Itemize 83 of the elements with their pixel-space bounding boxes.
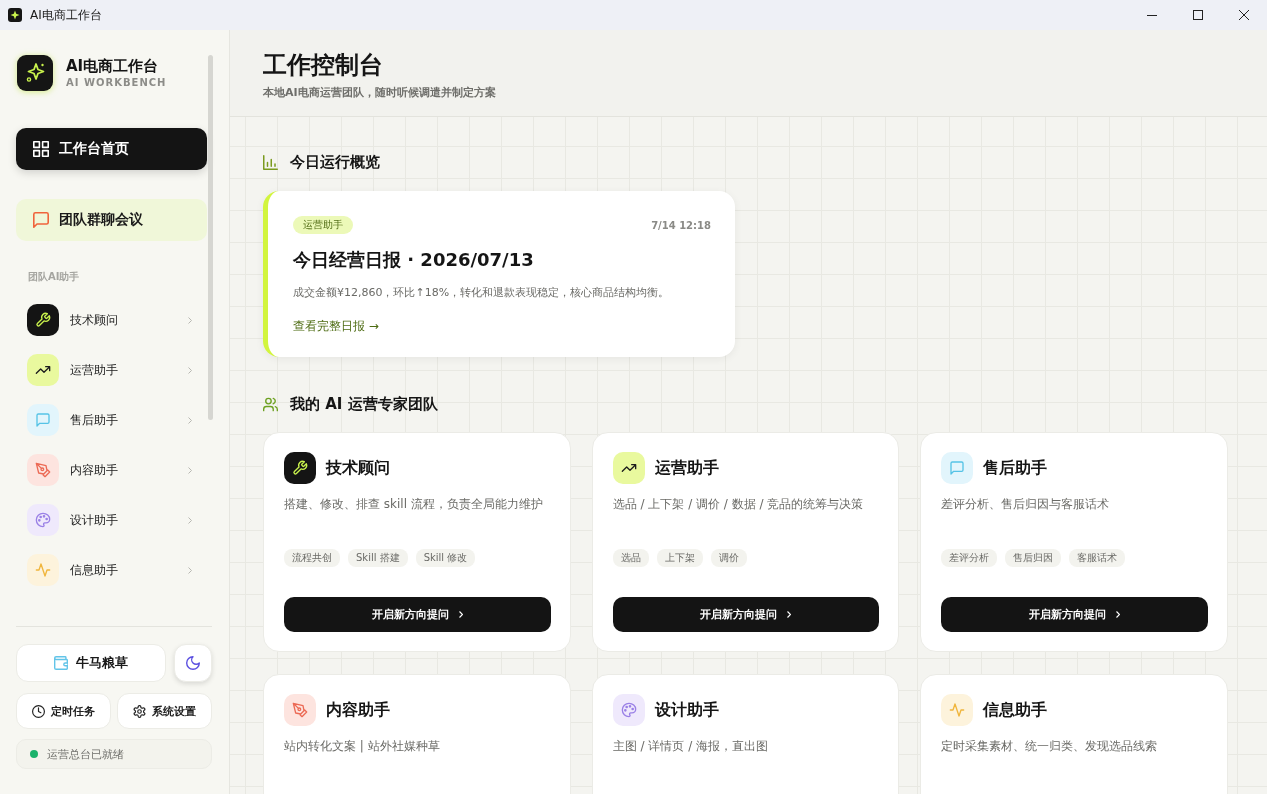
- page-title: 工作控制台: [263, 50, 384, 81]
- chevron-icon: [458, 611, 463, 618]
- wrench-icon: [284, 452, 316, 484]
- action-button[interactable]: 定时任务: [16, 693, 111, 729]
- skill-tag: 调价: [710, 549, 747, 567]
- skill-tag: 选品: [612, 549, 649, 567]
- status-text: 运营总台已就绪: [47, 746, 124, 762]
- card-title: 售后助手: [983, 457, 1048, 479]
- action-button[interactable]: 系统设置: [117, 693, 212, 729]
- chat-bubble-icon: [33, 212, 49, 228]
- section-heading: 我的 AI 运营专家团队: [290, 394, 438, 414]
- ask-button[interactable]: 开启新方向提问: [612, 597, 880, 632]
- nav-item[interactable]: 团队群聊会议: [16, 199, 207, 241]
- chevron-icon: [188, 516, 192, 524]
- clock-icon: [32, 704, 45, 718]
- chevron-icon: [188, 366, 192, 374]
- chevron-icon: [188, 466, 192, 474]
- assistant-item[interactable]: 运营助手: [16, 345, 207, 395]
- section-label: 团队AI助手: [27, 271, 81, 283]
- maximize-icon: [1193, 10, 1203, 20]
- card-title: 内容助手: [326, 699, 390, 721]
- ask-button[interactable]: 开启新方向提问: [941, 597, 1208, 632]
- report-summary: 成交金额¥12,860，环比↑18%，转化和退款表现稳定，核心商品结构均衡。: [293, 285, 670, 301]
- card-description: 选品 / 上下架 / 调价 / 数据 / 竞品的统筹与决策: [612, 496, 865, 513]
- skill-tag: 售后归因: [1005, 549, 1062, 567]
- moon-icon: [186, 656, 200, 670]
- sparkle-logo-icon: [17, 55, 53, 91]
- assistant-item[interactable]: 设计助手: [16, 495, 207, 545]
- wrench-icon: [27, 304, 59, 336]
- ask-button[interactable]: 开启新方向提问: [284, 597, 551, 632]
- chat-bubble-icon: [27, 404, 59, 436]
- skill-tag: 流程共创: [284, 549, 340, 567]
- brand-title: AI电商工作台: [66, 57, 160, 75]
- brand-subtitle: AI WORKBENCH: [66, 77, 167, 89]
- card-description: 定时采集素材、统一归类、发现选品线索: [941, 738, 1159, 755]
- assistant-item[interactable]: 信息助手: [16, 545, 207, 595]
- pulse-icon: [27, 554, 59, 586]
- skill-tag: 客服话术: [1069, 549, 1126, 567]
- bar-chart-icon: [263, 154, 278, 170]
- wallet-icon: [54, 656, 68, 670]
- chevron-icon: [188, 566, 192, 574]
- window-title: AI电商工作台: [30, 6, 102, 24]
- minimize-icon: [1147, 14, 1157, 16]
- card-description: 主图 / 详情页 / 海报，直出图: [612, 738, 769, 755]
- assistant-item[interactable]: 内容助手: [16, 445, 207, 495]
- assistant-item[interactable]: 技术顾问: [16, 295, 207, 345]
- palette-icon: [27, 504, 59, 536]
- supplies-button[interactable]: 牛马粮草: [16, 644, 166, 682]
- card-description: 站内转化文案 | 站外社媒种草: [284, 738, 441, 755]
- chat-bubble-icon: [941, 452, 974, 484]
- chevron-icon: [188, 416, 192, 424]
- app-logo-icon: [8, 8, 22, 22]
- pulse-icon: [941, 694, 974, 726]
- assistant-tag: 运营助手: [293, 216, 353, 234]
- nav-item[interactable]: 工作台首页: [16, 128, 207, 170]
- gear-icon: [133, 704, 146, 718]
- skill-tag: 上下架: [656, 549, 703, 567]
- page-subtitle: 本地AI电商运营团队，随时听候调遣并制定方案: [263, 86, 497, 100]
- assistant-item[interactable]: 售后助手: [16, 395, 207, 445]
- chevron-icon: [188, 316, 192, 324]
- close-icon: [1239, 10, 1249, 20]
- chevron-icon: [1116, 611, 1121, 618]
- card-title: 技术顾问: [326, 457, 390, 479]
- card-title: 信息助手: [983, 699, 1048, 721]
- card-description: 搭建、修改、排查 skill 流程，负责全局能力维护: [284, 496, 544, 513]
- theme-toggle-button[interactable]: [174, 644, 212, 682]
- pen-icon: [284, 694, 316, 726]
- skill-tag: Skill 搭建: [348, 549, 408, 567]
- skill-tag: 差评分析: [941, 549, 998, 567]
- report-title: 今日经营日报 · 2026/07/13: [293, 248, 534, 272]
- section-heading: 今日运行概览: [290, 152, 380, 172]
- scrollbar-thumb[interactable]: [208, 55, 213, 420]
- report-time: 7/14 12:18: [651, 219, 711, 231]
- people-icon: [263, 396, 278, 412]
- view-report-link[interactable]: 查看完整日报 →: [293, 318, 379, 334]
- card-title: 运营助手: [654, 457, 719, 479]
- card-description: 差评分析、售后归因与客服话术: [941, 496, 1111, 513]
- pen-icon: [27, 454, 59, 486]
- chevron-icon: [787, 611, 792, 618]
- grid-icon: [33, 141, 49, 157]
- card-title: 设计助手: [654, 699, 719, 721]
- skill-tag: Skill 修改: [415, 549, 476, 567]
- palette-icon: [612, 694, 645, 726]
